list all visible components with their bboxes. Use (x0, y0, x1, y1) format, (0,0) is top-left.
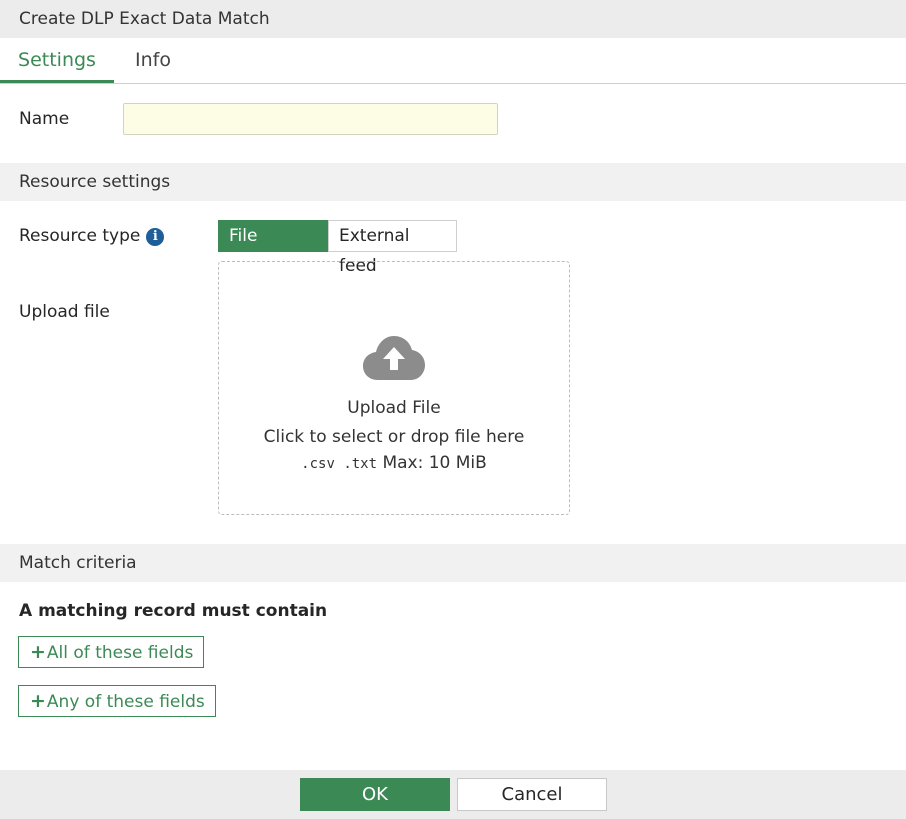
info-icon[interactable]: i (146, 228, 165, 246)
tab-bar: Settings Info (0, 38, 906, 84)
plus-icon: + (30, 641, 46, 663)
dialog-title: Create DLP Exact Data Match (0, 0, 906, 38)
name-label: Name (19, 109, 70, 129)
upload-dropzone[interactable]: Upload File Click to select or drop file… (218, 261, 570, 515)
ok-button[interactable]: OK (300, 778, 450, 811)
any-fields-button[interactable]: +Any of these fields (18, 685, 216, 717)
cloud-upload-icon (363, 336, 425, 380)
tab-settings[interactable]: Settings (0, 38, 114, 83)
dialog-footer: OK Cancel (0, 770, 906, 819)
upload-file-label: Upload file (19, 302, 110, 322)
file-upload-option[interactable]: File upload (218, 220, 328, 276)
all-fields-button[interactable]: +All of these fields (18, 636, 205, 668)
allowed-extensions: .csv .txt (301, 456, 378, 472)
plus-icon: + (30, 690, 46, 712)
any-fields-button-label: Any of these fields (46, 692, 205, 712)
max-file-size: Max: 10 MiB (382, 453, 487, 473)
matching-record-description: A matching record must contain (19, 601, 328, 621)
name-input[interactable] (123, 103, 498, 135)
resource-type-label-text: Resource type (19, 226, 141, 246)
cancel-button[interactable]: Cancel (457, 778, 607, 811)
resource-type-label: Resource type i (19, 226, 165, 246)
resource-settings-header: Resource settings (0, 163, 906, 201)
tab-info[interactable]: Info (135, 38, 171, 83)
create-dlp-exact-data-match-dialog: Create DLP Exact Data Match Settings Inf… (0, 0, 906, 819)
external-feed-option[interactable]: External feed (328, 220, 457, 276)
all-fields-button-label: All of these fields (46, 643, 194, 663)
match-criteria-header: Match criteria (0, 544, 906, 582)
upload-file-types: .csv .txt Max: 10 MiB (219, 453, 569, 473)
upload-hint: Click to select or drop file here (263, 427, 525, 447)
upload-title: Upload File (347, 398, 441, 418)
